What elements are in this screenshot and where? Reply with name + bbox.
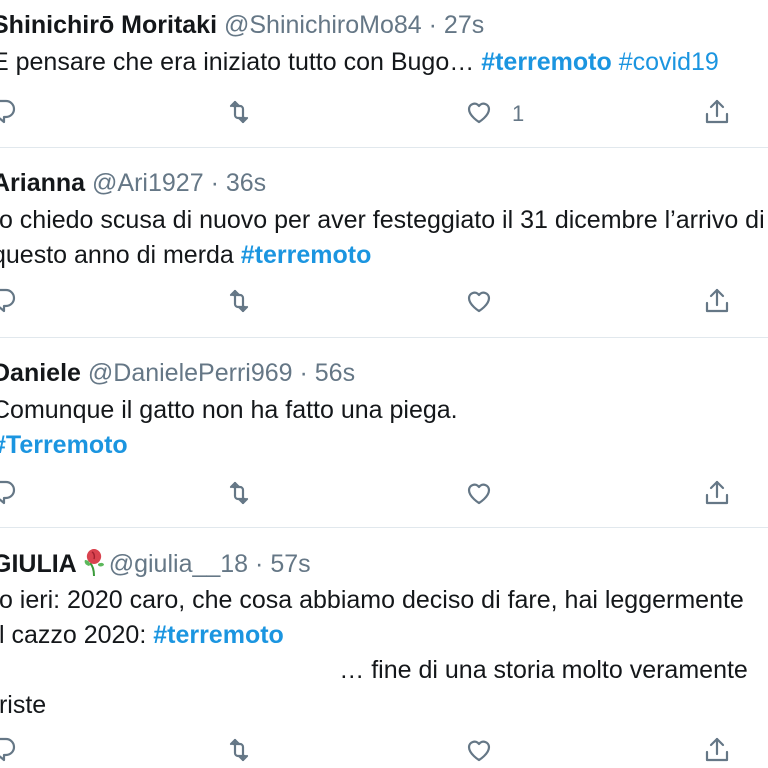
tweet-timestamp[interactable]: 57s [270,550,310,578]
tweet-text-line: questo anno di merda #terremoto [0,238,765,273]
tweet-text-line: triste [0,688,748,723]
tweet-header: Daniele @DanielePerri969 · 56s [0,358,355,388]
author-handle[interactable]: @Ari1927 [92,169,204,197]
rose-emoji-icon [83,548,105,583]
text-segment: Io ieri: 2020 caro, che cosa abbiamo dec… [0,586,744,614]
tweet-text-line: Io ieri: 2020 caro, che cosa abbiamo dec… [0,583,748,618]
text-segment: E pensare che era iniziato tutto con Bug… [0,48,482,76]
retweet-button[interactable] [224,735,254,768]
tweet-text: Comunque il gatto non ha fatto una piega… [0,393,458,463]
text-segment: triste [0,691,47,719]
share-button[interactable] [702,97,732,131]
author-handle[interactable]: @DanielePerri969 [88,359,293,387]
author-name[interactable]: Daniele [0,359,81,387]
tweet-text: Io ieri: 2020 caro, che cosa abbiamo dec… [0,583,748,723]
tweet-text: E pensare che era iniziato tutto con Bug… [0,45,719,80]
share-button[interactable] [702,735,732,768]
separator-dot: · [255,550,264,578]
tweet[interactable]: Shinichirō Moritaki @ShinichiroMo84 · 27… [0,0,768,148]
tweet[interactable]: GIULIA @giulia__18 · 57s Io ieri: 2020 car… [0,528,768,768]
tweet-header: Shinichirō Moritaki @ShinichiroMo84 · 27… [0,10,484,40]
reply-button[interactable] [0,97,18,131]
hashtag-link[interactable]: #terremoto [153,621,284,649]
reply-button[interactable] [0,735,18,768]
reply-button[interactable] [0,478,18,512]
tweet-text-line: E pensare che era iniziato tutto con Bug… [0,45,719,80]
text-segment: … fine di una storia molto veramente [0,656,748,684]
like-button[interactable] [464,286,512,320]
separator-dot: · [428,11,437,39]
hashtag-link[interactable]: #terremoto [481,48,612,76]
author-handle[interactable]: @ShinichiroMo84 [224,11,422,39]
reply-icon [0,735,18,768]
author-handle[interactable]: @giulia__18 [109,550,248,578]
heart-icon [464,97,494,132]
tweet-text-line: Comunque il gatto non ha fatto una piega… [0,393,458,428]
retweet-button[interactable] [224,97,254,131]
reply-button[interactable] [0,286,18,320]
tweet-actions: 1 [0,97,768,131]
text-segment: Comunque il gatto non ha fatto una piega… [0,396,458,424]
retweet-icon [224,286,254,321]
tweet-actions [0,286,768,320]
text-segment: Io chiedo scusa di nuovo per aver festeg… [0,206,765,234]
tweet-text-line: Il cazzo 2020: #terremoto [0,618,748,653]
tweet-text-line: #Terremoto [0,428,458,463]
text-segment [612,48,619,76]
share-icon [702,286,732,321]
like-button[interactable]: 1 [464,97,524,131]
share-icon [702,735,732,768]
heart-icon [464,478,494,513]
share-icon [702,478,732,513]
retweet-icon [224,735,254,768]
share-icon [702,97,732,132]
author-name[interactable]: Shinichirō Moritaki [0,11,217,39]
tweet-text: Io chiedo scusa di nuovo per aver festeg… [0,203,765,273]
author-name[interactable]: Arianna [0,169,85,197]
reply-icon [0,97,18,132]
author-name[interactable]: GIULIA [0,550,77,578]
tweet-actions [0,478,768,512]
like-button[interactable] [464,735,512,768]
retweet-icon [224,478,254,513]
hashtag-link[interactable]: #terremoto [241,241,372,269]
reply-icon [0,478,18,513]
tweet[interactable]: Daniele @DanielePerri969 · 56s Comunque i… [0,338,768,528]
tweet-timestamp[interactable]: 56s [315,359,355,387]
heart-icon [464,286,494,321]
tweet[interactable]: Arianna @Ari1927 · 36s Io chiedo scusa di… [0,148,768,338]
hashtag-link[interactable]: #Terremoto [0,431,128,459]
tweet-text-line: Io chiedo scusa di nuovo per aver festeg… [0,203,765,238]
like-button[interactable] [464,478,512,512]
share-button[interactable] [702,286,732,320]
retweet-button[interactable] [224,478,254,512]
separator-dot: · [210,169,219,197]
tweet-header: GIULIA @giulia__18 · 57s [0,548,311,583]
text-segment: questo anno di merda [0,241,241,269]
text-segment: Il cazzo 2020: [0,621,154,649]
tweet-actions [0,735,768,768]
separator-dot: · [299,359,308,387]
retweet-button[interactable] [224,286,254,320]
share-button[interactable] [702,478,732,512]
reply-icon [0,286,18,321]
tweet-timestamp[interactable]: 36s [226,169,266,197]
retweet-icon [224,97,254,132]
tweet-text-line: … fine di una storia molto veramente [0,653,748,688]
tweet-timestamp[interactable]: 27s [444,11,484,39]
tweet-header: Arianna @Ari1927 · 36s [0,168,266,198]
hashtag-link[interactable]: #covid19 [619,48,719,76]
heart-icon [464,735,494,768]
like-count: 1 [512,101,525,126]
